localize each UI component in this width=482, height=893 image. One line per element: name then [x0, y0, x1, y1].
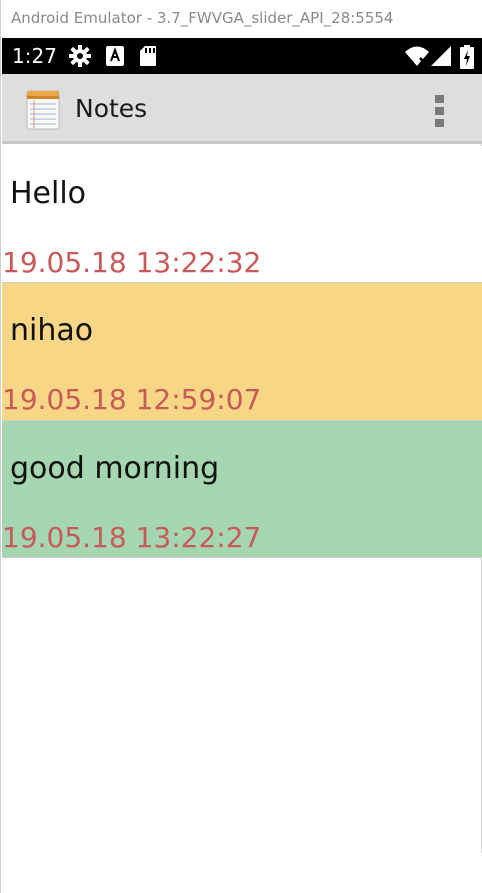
emulator-window: Android Emulator - 3.7_FWVGA_slider_API_…: [0, 0, 482, 893]
menu-dot: [435, 119, 444, 127]
signal-icon: [430, 45, 452, 71]
window-titlebar: Android Emulator - 3.7_FWVGA_slider_API_…: [1, 0, 482, 38]
sd-card-icon: [139, 45, 157, 71]
battery-icon: [460, 45, 474, 73]
menu-dot: [435, 95, 444, 103]
note-item[interactable]: good morning 19.05.18 13:22:27: [2, 421, 482, 558]
note-timestamp: 19.05.18 12:59:07: [2, 383, 262, 416]
bottom-area: [2, 853, 482, 893]
note-timestamp: 19.05.18 13:22:27: [2, 521, 262, 554]
note-title: Hello: [10, 176, 87, 211]
gear-icon: [69, 45, 91, 71]
status-bar: 1:27: [2, 38, 482, 74]
note-item[interactable]: Hello 19.05.18 13:22:32: [2, 146, 482, 283]
app-bar: Notes: [2, 74, 482, 144]
notepad-icon: [26, 90, 60, 130]
note-timestamp: 19.05.18 13:22:32: [2, 246, 262, 279]
keyboard-a-icon: [105, 45, 125, 71]
note-title: nihao: [10, 313, 94, 348]
app-title: Notes: [75, 94, 148, 123]
status-time: 1:27: [12, 44, 57, 68]
menu-dot: [435, 107, 444, 115]
window-title: Android Emulator - 3.7_FWVGA_slider_API_…: [11, 9, 394, 27]
notes-list: Hello 19.05.18 13:22:32 nihao 19.05.18 1…: [2, 146, 482, 558]
more-vertical-icon[interactable]: [430, 92, 450, 128]
wifi-icon: [404, 45, 430, 71]
note-title: good morning: [10, 451, 220, 486]
note-item[interactable]: nihao 19.05.18 12:59:07: [2, 283, 482, 421]
